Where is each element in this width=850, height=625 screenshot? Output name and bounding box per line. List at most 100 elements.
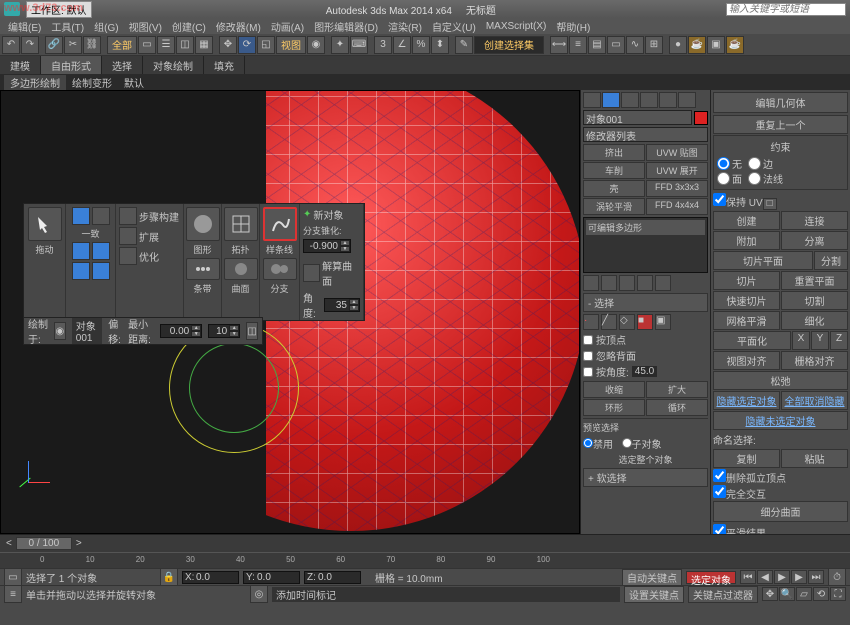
constraint-normal[interactable] (748, 172, 761, 185)
unlink-button[interactable]: ✂ (64, 36, 82, 54)
next-frame-button[interactable]: ▶ (791, 570, 807, 584)
scale-button[interactable]: ◱ (257, 36, 275, 54)
tab-freeform[interactable]: 自由形式 (41, 56, 102, 74)
selection-rollout-header[interactable]: - 选择 (583, 293, 708, 312)
soft-select-rollout[interactable]: + 软选择 (583, 468, 708, 487)
align-button[interactable]: ≡ (569, 36, 587, 54)
attach-button[interactable]: 附加 (713, 231, 780, 250)
menu-edit[interactable]: 编辑(E) (4, 19, 45, 34)
time-slider-bar[interactable]: < 0 / 100 > (0, 534, 850, 552)
named-sel-dropdown[interactable]: 创建选择集 (474, 36, 544, 54)
shapes-button[interactable] (186, 207, 220, 241)
tab-modeling[interactable]: 建模 (0, 56, 41, 74)
tab-object-paint[interactable]: 对象绘制 (143, 56, 204, 74)
goto-end-button[interactable]: ⏭ (808, 570, 824, 584)
move-button[interactable]: ✥ (219, 36, 237, 54)
constraint-edge[interactable] (748, 157, 761, 170)
cmd-tab-display[interactable] (659, 92, 677, 108)
subtab-polydraw[interactable]: 多边形绘制 (4, 75, 66, 90)
subobj-edge[interactable]: ╱ (601, 314, 617, 330)
menu-customize[interactable]: 自定义(U) (428, 19, 480, 34)
link-button[interactable]: 🔗 (45, 36, 63, 54)
menu-modifiers[interactable]: 修改器(M) (212, 19, 265, 34)
preview-sub-radio[interactable] (622, 438, 632, 448)
menu-help[interactable]: 帮助(H) (552, 19, 594, 34)
subtab-default[interactable]: 默认 (118, 75, 150, 90)
ignore-backfacing-check[interactable] (583, 351, 593, 361)
tab-populate[interactable]: 填充 (204, 56, 245, 74)
angle-snap-button[interactable]: ∠ (393, 36, 411, 54)
redo-button[interactable]: ↷ (21, 36, 39, 54)
split-button[interactable]: 分割 (814, 251, 848, 270)
percent-snap-button[interactable]: % (412, 36, 430, 54)
planar-x[interactable]: X (792, 331, 810, 350)
subobj-border[interactable]: ◇ (619, 314, 635, 330)
schematic-button[interactable]: ⊞ (645, 36, 663, 54)
nav-orbit-button[interactable]: ⟲ (813, 587, 829, 601)
stack-unique-button[interactable] (619, 275, 635, 291)
subdiv-header[interactable]: 细分曲面 (713, 501, 848, 522)
subobj-vertex[interactable]: · (583, 314, 599, 330)
by-angle-check[interactable] (583, 367, 593, 377)
viewport[interactable]: 拖动 一致 步骤构建 扩展 优化 图形 条带 拓扑 (0, 90, 580, 534)
render-button[interactable]: ☕ (726, 36, 744, 54)
paste-sel-button[interactable]: 粘贴 (781, 449, 848, 468)
loop-button[interactable]: 循环 (646, 399, 708, 416)
curve-editor-button[interactable]: ∿ (626, 36, 644, 54)
conform-btn-5[interactable] (72, 262, 90, 280)
lock-button[interactable]: 🔒 (160, 568, 178, 586)
key-filter-dropdown[interactable]: 选定对象 (686, 571, 736, 584)
time-config-button[interactable]: ⏱ (828, 568, 846, 586)
preserve-uv-check[interactable] (713, 193, 726, 206)
cmd-tab-hierarchy[interactable] (621, 92, 639, 108)
subobj-poly[interactable]: ■ (637, 314, 653, 330)
menu-maxscript[interactable]: MAXScript(X) (482, 21, 551, 32)
modifier-stack[interactable]: 可编辑多边形 (583, 217, 708, 273)
goto-start-button[interactable]: ⏮ (740, 570, 756, 584)
undo-button[interactable]: ↶ (2, 36, 20, 54)
subtab-paintdeform[interactable]: 绘制变形 (66, 75, 118, 90)
constraint-none[interactable] (717, 157, 730, 170)
select-name-button[interactable]: ☰ (157, 36, 175, 54)
extend-button[interactable] (119, 227, 137, 245)
mod-lathe[interactable]: 车削 (583, 162, 645, 179)
window-crossing-button[interactable]: ▦ (195, 36, 213, 54)
mod-extrude[interactable]: 挤出 (583, 144, 645, 161)
nav-fov-button[interactable]: ▱ (796, 587, 812, 601)
object-color-swatch[interactable] (694, 111, 708, 125)
stack-remove-button[interactable] (637, 275, 653, 291)
stack-editable-poly[interactable]: 可编辑多边形 (586, 220, 705, 235)
cmd-tab-modify[interactable] (602, 92, 620, 108)
smooth-result-check[interactable] (713, 524, 726, 535)
grid-align-button[interactable]: 栅格对齐 (781, 351, 848, 370)
named-sel-button[interactable]: ✎ (455, 36, 473, 54)
preserve-uv-settings[interactable]: □ (763, 198, 777, 210)
auto-key-button[interactable]: 自动关键点 (622, 569, 682, 586)
select-button[interactable]: ▭ (138, 36, 156, 54)
layers-button[interactable]: ▤ (588, 36, 606, 54)
stack-config-button[interactable] (655, 275, 671, 291)
snap-button[interactable]: 3 (374, 36, 392, 54)
set-key-button[interactable]: 设置关键点 (624, 586, 684, 603)
conform-btn-6[interactable] (92, 262, 110, 280)
isolate-button[interactable]: ◎ (250, 585, 268, 603)
conform-btn-3[interactable] (72, 242, 90, 260)
modifier-list-dropdown[interactable]: 修改器列表 (583, 127, 708, 142)
make-planar-button[interactable]: 平面化 (713, 331, 791, 350)
mod-unwrap[interactable]: UVW 展开 (646, 162, 708, 179)
collapse-button[interactable]: 连接 (781, 211, 848, 230)
rotate-button[interactable]: ⟳ (238, 36, 256, 54)
nav-zoom-button[interactable]: 🔍 (779, 587, 795, 601)
view-align-button[interactable]: 视图对齐 (713, 351, 780, 370)
menu-group[interactable]: 组(G) (90, 19, 122, 34)
tab-selection[interactable]: 选择 (102, 56, 143, 74)
grow-button[interactable]: 扩大 (646, 381, 708, 398)
ref-coord-dropdown[interactable]: 视图 (276, 36, 306, 54)
bind-button[interactable]: ⛓ (83, 36, 101, 54)
angle-spinner[interactable]: ▲▼ (324, 298, 360, 312)
mirror-button[interactable]: ⟷ (550, 36, 568, 54)
topology-button[interactable] (224, 207, 258, 241)
time-tag-field[interactable]: 添加时间标记 (272, 587, 620, 602)
new-object-label[interactable]: 新对象 (313, 207, 343, 222)
draw-on-pick-button[interactable]: ◉ (54, 322, 66, 340)
